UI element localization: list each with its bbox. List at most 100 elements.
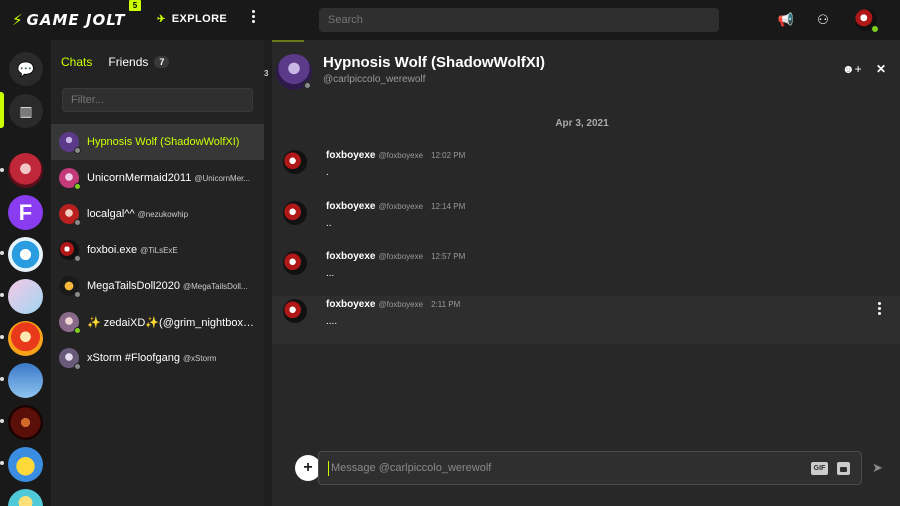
avatar — [59, 276, 81, 298]
friend-requests-icon[interactable]: ⚇ — [813, 10, 833, 30]
tab-friends-label: Friends — [108, 55, 149, 69]
status-dot — [74, 183, 81, 190]
message-avatar[interactable] — [283, 251, 307, 275]
message-header: foxboyexe @foxboyexe 12:02 PM — [326, 150, 465, 161]
top-bar: ⚡ GAME JOLT 5 ✈ EXPLORE 📢 ⚇ — [0, 0, 900, 40]
message-author[interactable]: foxboyexe — [326, 299, 375, 310]
text-caret — [328, 461, 329, 476]
tab-chats[interactable]: Chats — [61, 55, 92, 69]
kebab-menu-icon[interactable] — [249, 10, 257, 28]
chat-item-zedaixd[interactable]: ✨ zedaiXD✨(@grim_nightboxg... — [51, 304, 264, 340]
fortnite-letter: F — [18, 199, 33, 225]
message-author[interactable]: foxboyexe — [326, 251, 375, 262]
date-separator: Apr 3, 2021 — [555, 118, 609, 129]
friends-count-badge: 7 — [154, 56, 170, 68]
status-dot — [74, 219, 81, 226]
community-1[interactable] — [8, 153, 43, 188]
message-options-icon[interactable] — [876, 302, 882, 317]
chat-item-megatailsdoll[interactable]: MegaTailsDoll2020 @MegaTailsDoll... — [51, 268, 264, 304]
chat-item-localgal[interactable]: localgal^^ @nezukowhip — [51, 196, 264, 232]
avatar — [59, 132, 81, 154]
message-avatar[interactable] — [283, 299, 307, 323]
message[interactable]: foxboyexe @foxboyexe 12:57 PM ... — [272, 248, 900, 296]
message-handle: @foxboyexe — [378, 151, 424, 160]
tab-friends[interactable]: Friends 7 — [108, 55, 170, 69]
unread-dot — [0, 168, 4, 172]
status-dot — [303, 81, 312, 90]
chat-item-foxboi[interactable]: foxboi.exe @TiLsExE — [51, 232, 264, 268]
message-time: 12:57 PM — [431, 252, 466, 261]
chat-handle: @UnicornMer... — [194, 174, 251, 183]
status-dot — [74, 291, 81, 298]
community-3[interactable] — [8, 237, 43, 272]
message-header: foxboyexe @foxboyexe 12:57 PM — [326, 251, 465, 262]
avatar — [59, 348, 81, 370]
explore-label: EXPLORE — [171, 13, 228, 25]
message-composer[interactable]: Message @carlpiccolo_werewolf GIF — [318, 451, 862, 485]
message-author[interactable]: foxboyexe — [326, 201, 375, 212]
community-fortnite[interactable]: F — [8, 195, 43, 230]
close-icon[interactable]: ✕ — [876, 62, 886, 76]
unread-dot — [0, 335, 4, 339]
message[interactable]: foxboyexe @foxboyexe 2:11 PM .... — [272, 296, 900, 344]
chat-item-hypnosis-wolf[interactable]: Hypnosis Wolf (ShadowWolfXI) — [51, 124, 264, 160]
community-6[interactable] — [8, 363, 43, 398]
unread-dot — [0, 419, 4, 423]
chat-name: localgal^^ @nezukowhip — [87, 208, 188, 220]
chat-handle: @nezukowhip — [137, 210, 189, 219]
gamejolt-logo[interactable]: ⚡ GAME JOLT — [12, 11, 126, 29]
chat-handle: @TiLsExE — [140, 246, 178, 255]
message-time: 12:02 PM — [431, 151, 466, 160]
chat-tabs: Chats Friends 7 — [61, 55, 170, 69]
message-handle: @foxboyexe — [378, 300, 424, 309]
unread-dot — [0, 293, 4, 297]
community-pikachu[interactable] — [8, 447, 43, 482]
message-author[interactable]: foxboyexe — [326, 150, 375, 161]
message-header: foxboyexe @foxboyexe 12:14 PM — [326, 201, 465, 212]
message-avatar[interactable] — [283, 201, 307, 225]
chat-name: MegaTailsDoll2020 @MegaTailsDoll... — [87, 280, 248, 292]
user-avatar[interactable] — [855, 9, 879, 33]
megaphone-icon[interactable]: 📢 — [776, 10, 796, 30]
gif-button[interactable]: GIF — [811, 462, 828, 475]
library-icon[interactable]: ▥ — [9, 94, 43, 128]
online-status-dot — [871, 25, 879, 33]
send-icon[interactable]: ➤ — [872, 460, 883, 476]
unread-dot — [0, 251, 4, 255]
chat-name: xStorm #Floofgang @xStorm — [87, 352, 216, 364]
chat-item-unicornmermaid[interactable]: UnicornMermaid2011 @UnicornMer... — [51, 160, 264, 196]
message[interactable]: foxboyexe @foxboyexe 12:14 PM .. — [272, 198, 900, 246]
chat-header-name[interactable]: Hypnosis Wolf (ShadowWolfXI) — [323, 54, 545, 71]
message-header: foxboyexe @foxboyexe 2:11 PM — [326, 299, 460, 310]
filter-input[interactable] — [62, 88, 253, 112]
community-4[interactable] — [8, 279, 43, 314]
status-dot — [74, 147, 81, 154]
chat-display-name: UnicornMermaid2011 — [87, 172, 192, 184]
active-indicator — [0, 92, 4, 128]
community-9[interactable] — [8, 489, 43, 506]
add-member-icon[interactable]: ☻+ — [842, 62, 862, 76]
message-avatar[interactable] — [283, 150, 307, 174]
message-text: .. — [326, 218, 332, 229]
message-time: 2:11 PM — [431, 300, 461, 309]
explore-button[interactable]: ✈ EXPLORE — [157, 13, 227, 25]
sticker-icon[interactable] — [837, 462, 850, 475]
chat-display-name: xStorm #Floofgang — [87, 352, 180, 364]
message-text: .... — [326, 316, 338, 327]
mini-count: 3 — [264, 69, 269, 78]
message[interactable]: foxboyexe @foxboyexe 12:02 PM . — [272, 147, 900, 195]
active-tab-indicator — [272, 40, 304, 42]
search-input[interactable] — [319, 8, 719, 32]
avatar — [59, 312, 81, 334]
chat-item-xstorm[interactable]: xStorm #Floofgang @xStorm — [51, 340, 264, 376]
community-cuphead[interactable] — [8, 321, 43, 356]
avatar — [59, 168, 81, 190]
logo-text: GAME JOLT — [26, 11, 126, 29]
chat-handle: @MegaTailsDoll... — [182, 282, 248, 291]
chat-icon[interactable]: 💬 — [9, 52, 43, 86]
community-fnaf[interactable] — [8, 405, 43, 440]
lightning-icon: ⚡ — [12, 11, 24, 29]
left-rail: 💬 ▥ F — [0, 40, 51, 506]
header-avatar[interactable] — [276, 54, 312, 90]
notification-badge: 5 — [129, 0, 141, 11]
